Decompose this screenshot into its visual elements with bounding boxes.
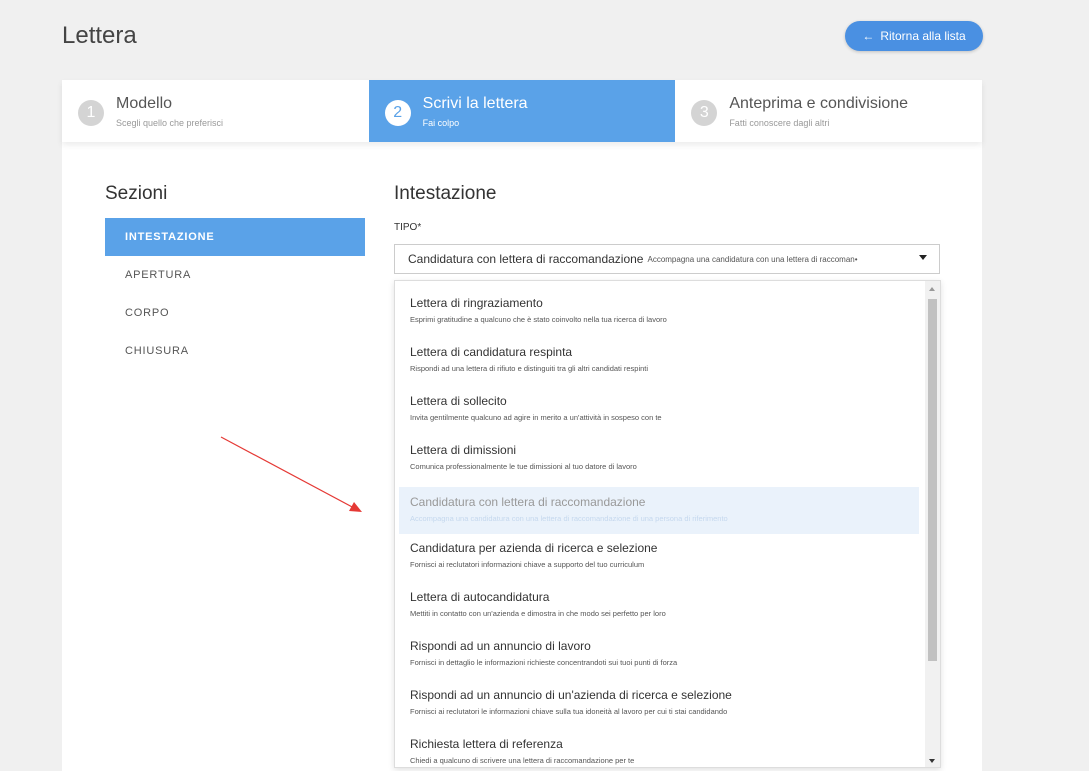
option-description: Comunica professionalmente le tue dimiss… bbox=[410, 462, 637, 471]
back-to-list-label: Ritorna alla lista bbox=[880, 29, 966, 43]
option-title: Candidatura per azienda di ricerca e sel… bbox=[410, 541, 658, 555]
step-subtitle: Fai colpo bbox=[422, 117, 460, 128]
selected-description: Accompagna una candidatura con una lette… bbox=[647, 254, 858, 264]
sections-heading: Sezioni bbox=[105, 183, 168, 204]
wizard-steps: 1 Modello Scegli quello che preferisci 2… bbox=[62, 80, 982, 142]
sidebar-item-corpo[interactable]: CORPO bbox=[105, 294, 365, 332]
step-title: Modello bbox=[116, 94, 173, 112]
letter-editor-card: 1 Modello Scegli quello che preferisci 2… bbox=[62, 80, 982, 771]
selected-value: Candidatura con lettera di raccomandazio… bbox=[408, 252, 644, 266]
dropdown-option[interactable]: Rispondi ad un annuncio di un'azienda di… bbox=[395, 673, 923, 722]
dropdown-option[interactable]: Richiesta lettera di referenza Chiedi a … bbox=[395, 722, 923, 767]
back-to-list-button[interactable]: ← Ritorna alla lista bbox=[845, 21, 983, 51]
option-title: Lettera di ringraziamento bbox=[410, 296, 543, 310]
sidebar-item-chiusura[interactable]: CHIUSURA bbox=[105, 332, 365, 370]
option-title: Richiesta lettera di referenza bbox=[410, 737, 563, 751]
tipo-dropdown-list[interactable]: Lettera di ringraziamento Esprimi gratit… bbox=[394, 280, 941, 768]
option-description: Invita gentilmente qualcuno ad agire in … bbox=[410, 413, 662, 422]
option-title: Rispondi ad un annuncio di un'azienda di… bbox=[410, 688, 732, 702]
option-title: Rispondi ad un annuncio di lavoro bbox=[410, 639, 591, 653]
step-number: 1 bbox=[78, 100, 104, 126]
scroll-down-icon[interactable] bbox=[929, 759, 935, 763]
option-title: Lettera di sollecito bbox=[410, 394, 507, 408]
caret-down-icon bbox=[919, 255, 927, 260]
tipo-select[interactable]: Candidatura con lettera di raccomandazio… bbox=[394, 244, 940, 274]
step-subtitle: Fatti conoscere dagli altri bbox=[729, 117, 830, 128]
step-scrivi-lettera[interactable]: 2 Scrivi la lettera Fai colpo bbox=[368, 80, 676, 142]
dropdown-option[interactable]: Lettera di sollecito Invita gentilmente … bbox=[395, 379, 923, 428]
scrollbar-thumb[interactable] bbox=[928, 299, 937, 661]
scroll-up-icon[interactable] bbox=[929, 287, 935, 291]
dropdown-option[interactable]: Lettera di candidatura respinta Rispondi… bbox=[395, 330, 923, 379]
dropdown-option[interactable]: Lettera di autocandidatura Mettiti in co… bbox=[395, 575, 923, 624]
option-description: Accompagna una candidatura con una lette… bbox=[410, 514, 728, 523]
step-modello[interactable]: 1 Modello Scegli quello che preferisci bbox=[62, 80, 369, 142]
tipo-label: TIPO* bbox=[394, 222, 422, 233]
step-title: Anteprima e condivisione bbox=[729, 94, 909, 112]
sidebar-item-intestazione[interactable]: INTESTAZIONE bbox=[105, 218, 365, 256]
step-number: 3 bbox=[691, 100, 718, 126]
section-editor: Intestazione TIPO* Candidatura con lette… bbox=[394, 183, 940, 274]
section-heading: Intestazione bbox=[394, 183, 497, 204]
option-title: Candidatura con lettera di raccomandazio… bbox=[410, 495, 646, 509]
option-title: Lettera di autocandidatura bbox=[410, 590, 550, 604]
option-description: Chiedi a qualcuno di scrivere una letter… bbox=[410, 756, 635, 765]
dropdown-option[interactable]: Candidatura per azienda di ricerca e sel… bbox=[395, 526, 923, 575]
option-description: Fornisci ai reclutatori informazioni chi… bbox=[410, 560, 645, 569]
option-description: Mettiti in contatto con un'azienda e dim… bbox=[410, 609, 666, 618]
dropdown-option[interactable]: Rispondi ad un annuncio di lavoro Fornis… bbox=[395, 624, 923, 673]
dropdown-option[interactable]: Lettera di ringraziamento Esprimi gratit… bbox=[395, 281, 923, 330]
step-number: 2 bbox=[384, 100, 411, 126]
sections-sidebar: Sezioni INTESTAZIONE APERTURA CORPO CHIU… bbox=[105, 183, 365, 370]
sidebar-item-apertura[interactable]: APERTURA bbox=[105, 256, 365, 294]
option-description: Rispondi ad una lettera di rifiuto e dis… bbox=[410, 364, 649, 373]
option-title: Lettera di candidatura respinta bbox=[410, 345, 573, 359]
step-subtitle: Scegli quello che preferisci bbox=[116, 117, 224, 128]
option-title: Lettera di dimissioni bbox=[410, 443, 517, 457]
dropdown-option[interactable]: Lettera di dimissioni Comunica professio… bbox=[395, 428, 923, 477]
arrow-left-icon: ← bbox=[862, 29, 875, 43]
option-description: Fornisci in dettaglio le informazioni ri… bbox=[410, 658, 678, 667]
step-title: Scrivi la lettera bbox=[422, 94, 528, 112]
dropdown-scrollbar[interactable] bbox=[925, 281, 940, 767]
option-description: Fornisci ai reclutatori le informazioni … bbox=[410, 707, 728, 716]
page-title: Lettera bbox=[62, 22, 137, 49]
step-anteprima[interactable]: 3 Anteprima e condivisione Fatti conosce… bbox=[675, 80, 982, 142]
option-description: Esprimi gratitudine a qualcuno che è sta… bbox=[410, 315, 667, 324]
